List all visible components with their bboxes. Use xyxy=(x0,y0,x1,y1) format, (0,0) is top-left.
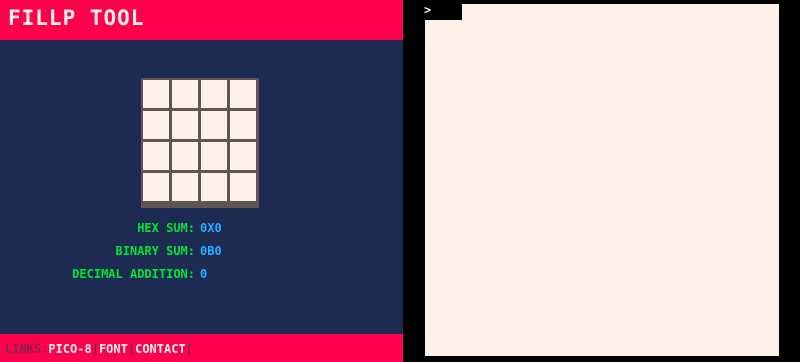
binary-sum-value: 0B0 xyxy=(200,244,222,258)
pattern-grid xyxy=(141,78,259,208)
app-title: FILLP TOOL xyxy=(8,6,145,30)
footer-bar: LINKS:PICO-8|FONT|CONTACT| xyxy=(0,334,403,362)
pattern-cell[interactable] xyxy=(143,173,169,201)
pattern-cell[interactable] xyxy=(201,142,227,170)
pattern-cell[interactable] xyxy=(172,142,198,170)
title-bar: FILLP TOOL xyxy=(0,0,403,40)
prompt-caret-icon: > xyxy=(424,3,432,17)
pattern-cell[interactable] xyxy=(230,142,256,170)
pattern-cell[interactable] xyxy=(172,173,198,201)
link-pico-8[interactable]: PICO-8 xyxy=(48,342,91,356)
pattern-cell[interactable] xyxy=(201,173,227,201)
pattern-cell[interactable] xyxy=(230,80,256,108)
hex-sum-value: 0X0 xyxy=(200,221,222,235)
hex-sum-label: HEX SUM: xyxy=(137,221,195,235)
pattern-cell[interactable] xyxy=(172,111,198,139)
link-contact[interactable]: CONTACT xyxy=(135,342,186,356)
decimal-addition-label: DECIMAL ADDITION: xyxy=(72,267,195,281)
pattern-cell[interactable] xyxy=(201,80,227,108)
pattern-cell[interactable] xyxy=(172,80,198,108)
link-font[interactable]: FONT xyxy=(99,342,128,356)
links-label: LINKS: xyxy=(5,342,49,356)
pattern-cell[interactable] xyxy=(230,173,256,201)
link-separator: | xyxy=(185,342,193,356)
pattern-cell[interactable] xyxy=(230,111,256,139)
pattern-cell[interactable] xyxy=(143,142,169,170)
binary-sum-label: BINARY SUM: xyxy=(115,244,195,258)
pattern-cell[interactable] xyxy=(201,111,227,139)
preview-canvas[interactable] xyxy=(425,4,779,356)
decimal-addition-value: 0 xyxy=(200,267,208,281)
footer-links: LINKS:PICO-8|FONT|CONTACT| xyxy=(5,342,193,356)
pattern-cell[interactable] xyxy=(143,111,169,139)
link-separator: | xyxy=(127,342,136,356)
pattern-cell[interactable] xyxy=(143,80,169,108)
fillp-tool-panel: FILLP TOOL HEX SUM: 0X0 BINARY SUM: 0B0 … xyxy=(0,0,403,362)
link-separator: | xyxy=(91,342,99,356)
